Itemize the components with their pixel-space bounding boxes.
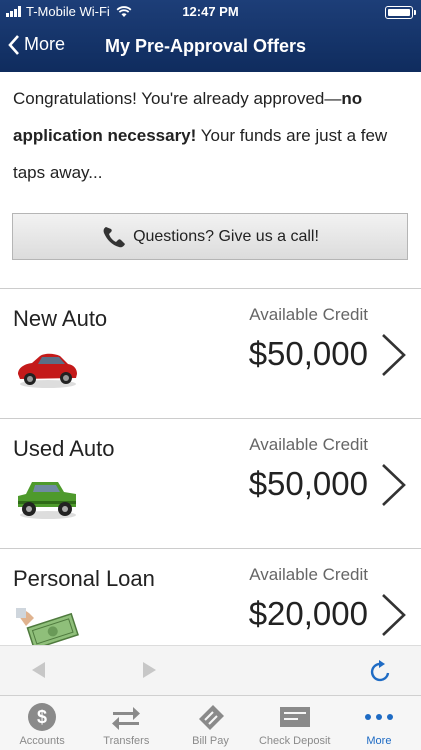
svg-text:$: $ (37, 707, 47, 727)
call-us-label: Questions? Give us a call! (133, 227, 319, 245)
cash-hand-icon (16, 608, 79, 650)
credit-label: Available Credit (249, 435, 368, 454)
chevron-right-icon (382, 464, 406, 506)
intro-text-start: Congratulations! You're already approved… (13, 89, 342, 108)
tab-check-deposit[interactable]: Check Deposit (253, 696, 337, 750)
tab-accounts[interactable]: $ Accounts (0, 696, 84, 750)
tab-label: Transfers (103, 735, 150, 747)
credit-amount: $20,000 (248, 595, 368, 632)
offer-used-auto[interactable]: Used Auto Available Credit $50,000 (0, 418, 421, 548)
status-bar: T-Mobile Wi-Fi 12:47 PM (0, 0, 421, 24)
browser-toolbar (0, 645, 421, 695)
tab-more[interactable]: More (337, 696, 421, 750)
back-arrow-icon[interactable] (30, 661, 46, 679)
battery-icon (385, 6, 416, 19)
forward-arrow-icon[interactable] (142, 661, 158, 679)
phone-icon (103, 226, 126, 247)
check-icon (279, 703, 311, 731)
chevron-right-icon (382, 594, 406, 636)
offer-name: New Auto (13, 306, 108, 331)
red-car-icon (18, 353, 77, 388)
offer-name: Used Auto (13, 436, 115, 461)
call-us-button[interactable]: Questions? Give us a call! (12, 213, 408, 260)
offer-name: Personal Loan (13, 566, 155, 591)
back-button[interactable]: More (8, 34, 65, 55)
chevron-right-icon (382, 334, 406, 376)
nav-bar: More My Pre-Approval Offers (0, 28, 421, 68)
tab-transfers[interactable]: Transfers (84, 696, 168, 750)
back-label: More (24, 34, 66, 54)
credit-amount: $50,000 (248, 335, 368, 372)
tab-bill-pay[interactable]: Bill Pay (168, 696, 252, 750)
dollar-icon: $ (27, 703, 57, 731)
bill-icon (196, 703, 226, 731)
status-time: 12:47 PM (182, 4, 239, 19)
credit-label: Available Credit (249, 565, 368, 584)
tab-label: Check Deposit (258, 735, 331, 747)
tab-label: More (366, 735, 392, 747)
transfer-arrows-icon (111, 703, 141, 731)
more-dots-icon (364, 703, 394, 731)
tab-label: Bill Pay (192, 735, 229, 747)
page-title: My Pre-Approval Offers (105, 36, 307, 56)
chevron-left-icon (8, 34, 19, 55)
credit-amount: $50,000 (248, 465, 368, 502)
tab-label: Accounts (19, 735, 65, 747)
tab-bar: $ Accounts Transfers Bill Pay Check Depo… (0, 695, 421, 750)
credit-label: Available Credit (249, 305, 368, 324)
intro-text: Congratulations! You're already approved… (13, 80, 408, 191)
green-jeep-icon (18, 482, 76, 519)
app-header: T-Mobile Wi-Fi 12:47 PM More My Pre-Appr… (0, 0, 421, 72)
refresh-icon[interactable] (370, 659, 392, 683)
offer-new-auto[interactable]: New Auto Available Credit $50,000 (0, 288, 421, 418)
